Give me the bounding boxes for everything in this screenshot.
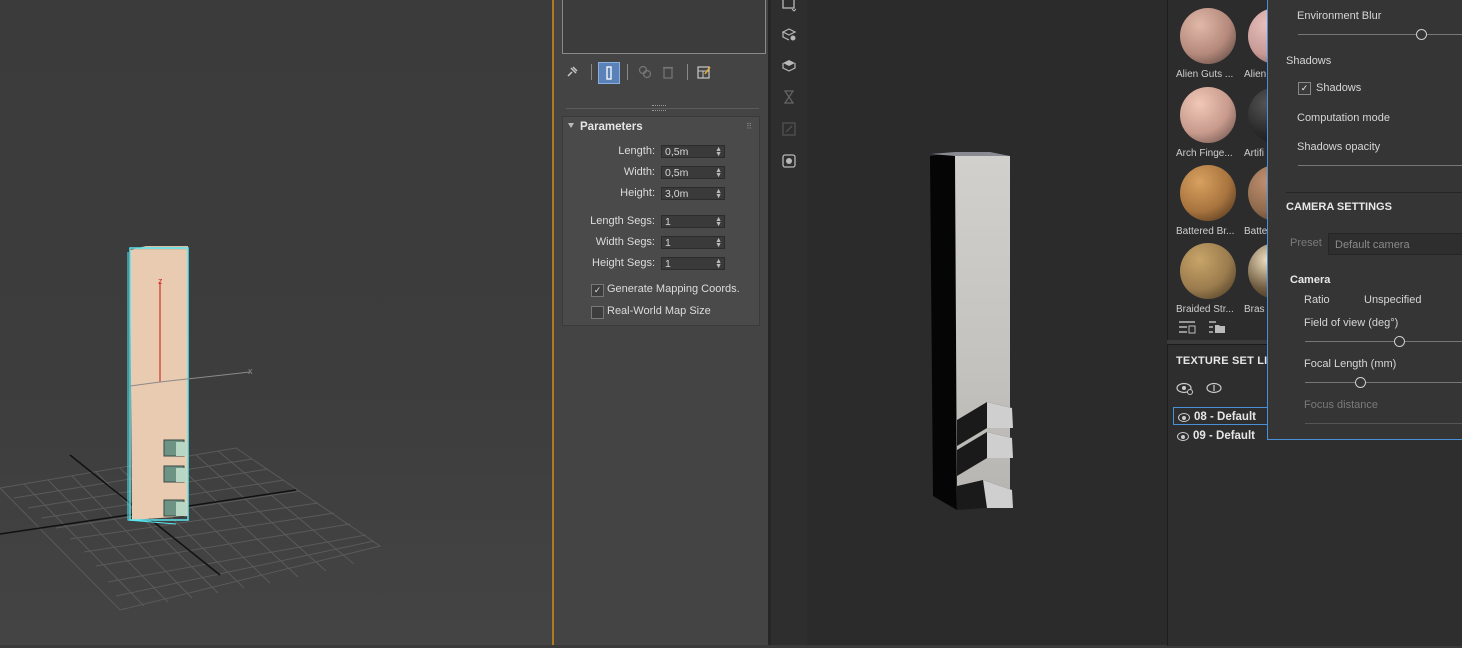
toolbar-divider: [687, 64, 688, 80]
eye-icon[interactable]: [1177, 432, 1189, 441]
home-grid: [0, 447, 382, 611]
environment-blur-slider-knob[interactable]: [1416, 29, 1427, 40]
material-preview: [1180, 243, 1236, 299]
preset-label: Preset: [1290, 237, 1322, 249]
shadows-opacity-track[interactable]: [1298, 165, 1462, 166]
width-label: Width:: [623, 166, 655, 178]
height-segs-label: Height Segs:: [592, 257, 655, 269]
height-segs-spinner[interactable]: 1 ▲ ▼: [661, 257, 725, 270]
perspective-viewport[interactable]: z x: [0, 0, 552, 645]
toolbar-divider: [627, 64, 628, 80]
texture-set-item-09[interactable]: 09 - Default: [1173, 427, 1273, 445]
eye-toggle-icon[interactable]: [1205, 381, 1223, 398]
bake-icon[interactable]: [779, 24, 799, 44]
command-panel: Parameters ⠿ Length: 0,5m ▲ ▼ Width: 0,5m ▲…: [554, 0, 768, 645]
camera-icon[interactable]: [779, 0, 799, 14]
width-segs-spinner[interactable]: 1 ▲ ▼: [661, 236, 725, 249]
display-settings-popup: Environment Blur Shadows ✓ Shadows Compu…: [1267, 0, 1462, 440]
x-axis-label: x: [248, 366, 253, 376]
focus-distance-label: Focus distance: [1304, 399, 1378, 411]
shelf-list-view-icon[interactable]: [1178, 320, 1196, 337]
texture-set-item-08[interactable]: 08 - Default: [1173, 407, 1273, 425]
material-preview: [1180, 8, 1236, 64]
pin-stack-icon[interactable]: [562, 62, 582, 82]
shadows-checkbox-label: Shadows: [1316, 82, 1362, 94]
focal-length-track[interactable]: [1305, 382, 1462, 383]
trash-icon[interactable]: [658, 62, 678, 82]
screenshot-icon[interactable]: [779, 151, 799, 171]
focus-distance-track[interactable]: [1305, 423, 1462, 424]
fov-track[interactable]: [1305, 341, 1462, 342]
material-tile[interactable]: Battered Br...: [1176, 165, 1246, 237]
height-spinner[interactable]: 3,0m ▲ ▼: [661, 187, 725, 200]
collapse-arrow-icon[interactable]: [568, 123, 574, 128]
generate-mapping-checkbox[interactable]: ✓: [591, 284, 604, 297]
height-label: Height:: [620, 187, 655, 199]
notch-group: [957, 402, 1013, 510]
ratio-value[interactable]: Unspecified: [1364, 294, 1421, 306]
real-world-map-checkbox[interactable]: [591, 306, 604, 319]
material-tile[interactable]: Alien Guts ...: [1176, 8, 1246, 80]
computation-mode-label: Computation mode: [1297, 112, 1390, 124]
configure-modifier-sets-icon[interactable]: [694, 62, 714, 82]
object-name-box[interactable]: [562, 0, 766, 54]
shadows-checkbox[interactable]: ✓: [1298, 82, 1311, 95]
material-tile[interactable]: Braided Str...: [1176, 243, 1246, 315]
painter-3d-viewport[interactable]: [807, 0, 1167, 645]
material-preview: [1180, 87, 1236, 143]
shelf-folder-icon[interactable]: [1208, 320, 1226, 337]
viewport-scene: z x: [0, 246, 382, 611]
camera-preset-dropdown[interactable]: Default camera: [1328, 233, 1462, 255]
length-spinner[interactable]: 0,5m ▲ ▼: [661, 145, 725, 158]
make-unique-icon[interactable]: [635, 62, 655, 82]
mesh-icon[interactable]: [779, 55, 799, 75]
environment-blur-track[interactable]: [1298, 34, 1462, 35]
painter-mesh: [930, 152, 1013, 510]
eye-icon[interactable]: [1178, 413, 1190, 422]
z-axis-label: z: [158, 276, 163, 286]
material-label: Arch Finge...: [1176, 148, 1233, 159]
ratio-label: Ratio: [1304, 294, 1330, 306]
parameters-rollout: Parameters ⠿ Length: 0,5m ▲ ▼ Width: 0,5m ▲…: [562, 116, 760, 326]
focal-length-slider-knob[interactable]: [1355, 377, 1366, 388]
shadows-opacity-label: Shadows opacity: [1297, 141, 1381, 153]
environment-blur-label: Environment Blur: [1297, 10, 1382, 22]
visibility-settings-icon[interactable]: [1176, 381, 1194, 398]
camera-settings-title: CAMERA SETTINGS: [1286, 201, 1392, 213]
camera-section-title: Camera: [1290, 274, 1331, 286]
fov-label: Field of view (deg°): [1304, 317, 1399, 329]
expand-icon[interactable]: [779, 119, 799, 139]
material-tile[interactable]: Arch Finge...: [1176, 87, 1246, 159]
length-segs-label: Length Segs:: [590, 215, 655, 227]
length-segs-spinner[interactable]: 1 ▲ ▼: [661, 215, 725, 228]
panel-title: TEXTURE SET LIS: [1176, 355, 1275, 367]
material-preview: [1180, 165, 1236, 221]
length-label: Length:: [618, 145, 655, 157]
panel-resize-grip[interactable]: [652, 105, 666, 111]
material-label: Battered Br...: [1176, 226, 1235, 237]
shadows-section-title: Shadows: [1286, 55, 1332, 67]
rollout-title[interactable]: Parameters: [580, 121, 643, 133]
show-end-result-icon[interactable]: [598, 62, 620, 84]
rollout-drag-icon[interactable]: ⠿: [746, 122, 753, 131]
width-segs-label: Width Segs:: [595, 236, 655, 248]
material-label: Alien Guts ...: [1176, 69, 1234, 80]
toolbar-divider: [591, 64, 592, 80]
hourglass-icon[interactable]: [779, 87, 799, 107]
section-divider: [1286, 192, 1462, 193]
width-spinner[interactable]: 0,5m ▲ ▼: [661, 166, 725, 179]
generate-mapping-label: Generate Mapping Coords.: [607, 283, 740, 295]
painter-toolbar: [771, 0, 807, 645]
focal-length-label: Focal Length (mm): [1304, 358, 1397, 370]
fov-slider-knob[interactable]: [1394, 336, 1405, 347]
real-world-map-label: Real-World Map Size: [607, 305, 711, 317]
